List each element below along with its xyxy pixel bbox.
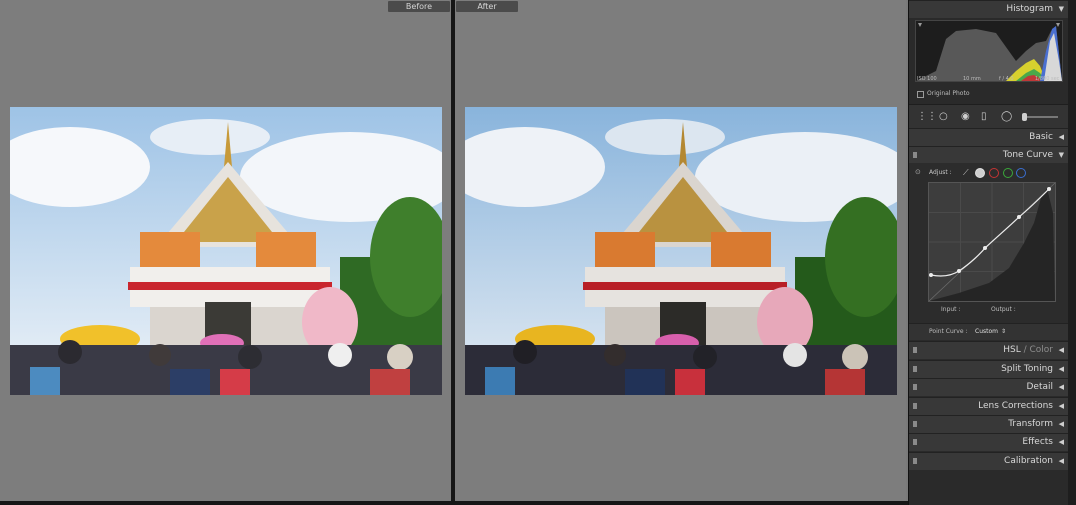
output-label: Output : (991, 306, 1016, 313)
basic-title: Basic (1029, 132, 1053, 142)
red-eye-icon[interactable]: ◉ (961, 111, 970, 122)
curve-edit-icon[interactable]: ⟋ (963, 168, 969, 178)
curve-point (1017, 215, 1021, 219)
panel-switch-icon[interactable] (913, 366, 917, 372)
tab-separator: / (1020, 345, 1030, 355)
tone-curve-body: ⊙ Adjust : ⟋ Input: Output: (909, 163, 1069, 323)
panel-switch-icon[interactable] (913, 439, 917, 445)
tone-curve-plot (928, 182, 1056, 302)
checkbox[interactable] (917, 91, 924, 98)
curve-point (1047, 187, 1051, 191)
crop-overlay-icon[interactable]: ⋮⋮ (917, 111, 937, 122)
split-toning-header[interactable]: Split Toning ◀ (909, 360, 1069, 378)
brush-slider-thumb[interactable] (1022, 113, 1027, 121)
curve-point (983, 246, 987, 250)
triangle-left-icon: ◀ (1058, 365, 1064, 373)
effects-title: Effects (1022, 437, 1053, 447)
curve-point (957, 269, 961, 273)
triangle-left-icon: ◀ (1058, 457, 1064, 465)
graduated-filter-icon[interactable]: ▯ (981, 111, 987, 122)
after-photo[interactable] (465, 107, 897, 395)
after-label: After (456, 1, 518, 12)
target-adjust-icon[interactable]: ⊙ (915, 168, 921, 176)
calibration-header[interactable]: Calibration ◀ (909, 452, 1069, 470)
split-toning-title: Split Toning (1001, 364, 1053, 374)
temple-photo-after (465, 107, 897, 395)
iso-readout: ISO 100 (917, 76, 937, 82)
after-pane (455, 0, 906, 501)
channel-blue-icon[interactable] (1016, 168, 1026, 178)
triangle-left-icon: ◀ (1058, 346, 1064, 354)
focal-readout: 10 mm (963, 76, 981, 82)
before-photo[interactable] (10, 107, 442, 395)
shadow-clip-icon (918, 23, 922, 27)
triangle-left-icon: ◀ (1058, 383, 1064, 391)
point-curve-select[interactable]: Custom (975, 324, 998, 340)
histogram-header[interactable]: Histogram ▼ (909, 0, 1069, 18)
aperture-readout: f / 4.0 (999, 76, 1014, 82)
lens-corrections-header[interactable]: Lens Corrections ◀ (909, 397, 1069, 415)
tone-curve-title: Tone Curve (1002, 150, 1053, 160)
triangle-down-icon: ▼ (1058, 151, 1064, 159)
triangle-left-icon: ◀ (1058, 420, 1064, 428)
histogram-title: Histogram (1006, 4, 1053, 14)
radial-filter-icon[interactable]: ◯ (1001, 111, 1012, 122)
triangle-left-icon: ◀ (1058, 133, 1064, 141)
hsl-tab[interactable]: HSL (1003, 345, 1021, 355)
panel-switch-icon[interactable] (913, 347, 917, 353)
detail-header[interactable]: Detail ◀ (909, 378, 1069, 396)
develop-right-panel: Histogram ▼ ISO 100 10 mm f / 4.0 1/800 … (908, 0, 1069, 505)
panel-switch-icon[interactable] (913, 403, 917, 409)
transform-header[interactable]: Transform ◀ (909, 415, 1069, 433)
filmstrip-edge (0, 501, 908, 505)
tone-curve-graph[interactable] (928, 182, 1056, 302)
lens-corrections-title: Lens Corrections (978, 401, 1053, 411)
channel-rgb-icon[interactable] (975, 168, 985, 178)
panel-switch-icon[interactable] (913, 384, 917, 390)
channel-green-icon[interactable] (1003, 168, 1013, 178)
panel-switch-icon[interactable] (913, 458, 917, 464)
original-photo-label: Original Photo (927, 90, 970, 97)
curve-point (929, 273, 933, 277)
tool-strip: ⋮⋮ ○ ◉ ▯ ◯ (909, 104, 1069, 130)
panel-scrollbar[interactable] (1068, 0, 1076, 505)
triangle-down-icon: ▼ (1058, 5, 1064, 13)
temple-photo-before (10, 107, 442, 395)
calibration-title: Calibration (1004, 456, 1053, 466)
transform-title: Transform (1008, 419, 1053, 429)
input-label: Input : (941, 306, 961, 313)
spot-removal-icon[interactable]: ○ (939, 111, 948, 122)
hsl-color-header[interactable]: HSL / Color ◀ (909, 341, 1069, 359)
panel-switch-icon[interactable] (913, 421, 917, 427)
adjust-label: Adjust : (929, 169, 952, 176)
panel-switch-icon[interactable] (913, 152, 917, 158)
detail-title: Detail (1026, 382, 1053, 392)
brush-slider[interactable] (1022, 116, 1058, 118)
shutter-readout: 1/800 sec (1035, 76, 1060, 82)
basic-panel-header[interactable]: Basic ◀ (909, 128, 1069, 146)
channel-red-icon[interactable] (989, 168, 999, 178)
highlight-clip-icon (1056, 23, 1060, 27)
point-curve-row: Point Curve : Custom ⇕ (909, 323, 1069, 340)
point-curve-label: Point Curve : (929, 328, 968, 335)
tone-curve-header[interactable]: Tone Curve ▼ (909, 146, 1069, 164)
before-label: Before (388, 1, 450, 12)
color-tab[interactable]: Color (1030, 345, 1054, 355)
before-pane: Before (0, 0, 451, 501)
effects-header[interactable]: Effects ◀ (909, 433, 1069, 451)
chevron-updown-icon[interactable]: ⇕ (1001, 324, 1006, 340)
triangle-left-icon: ◀ (1058, 438, 1064, 446)
histogram-graph[interactable] (915, 20, 1063, 82)
triangle-left-icon: ◀ (1058, 402, 1064, 410)
compare-workspace: Before After (0, 0, 908, 505)
histogram-chart (916, 23, 1062, 81)
